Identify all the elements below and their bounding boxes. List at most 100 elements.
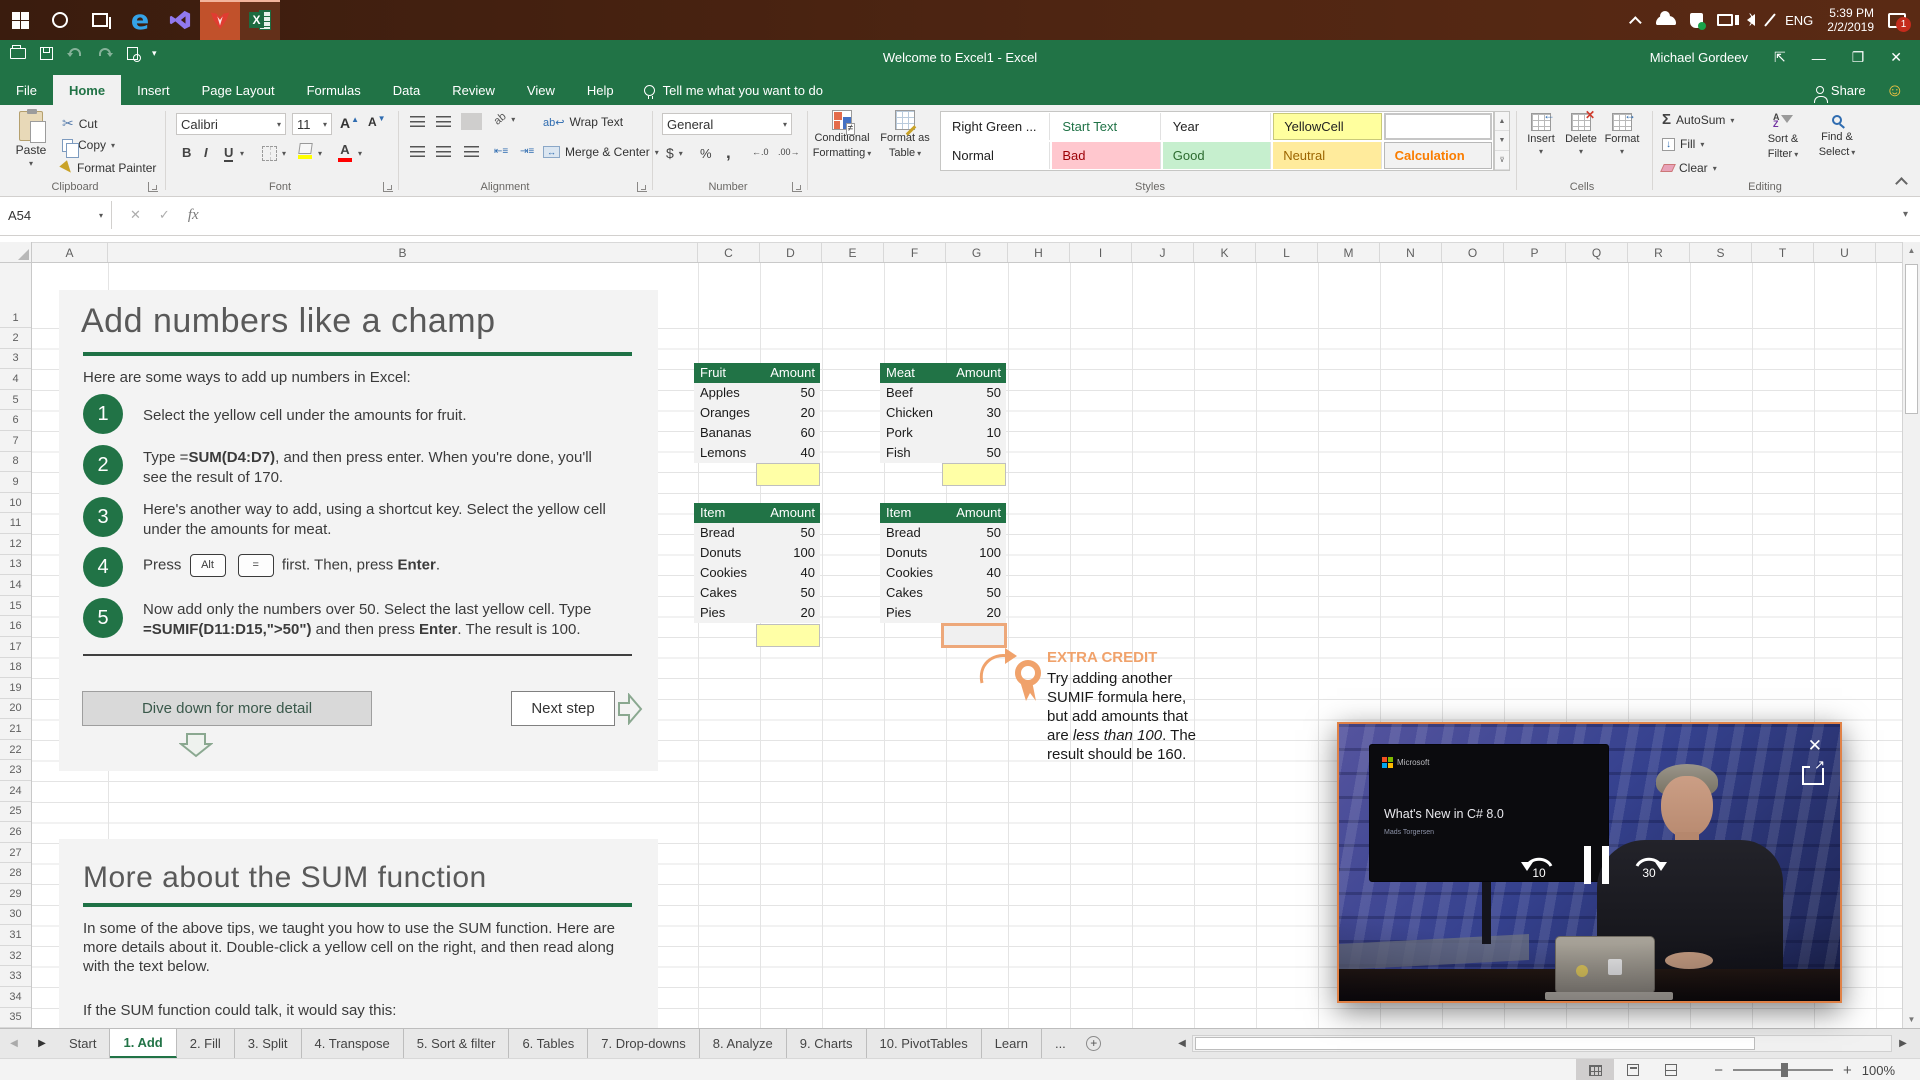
column-header[interactable]: N <box>1380 243 1442 262</box>
column-header[interactable]: A <box>32 243 108 262</box>
find-select-button[interactable]: Find & Select▾ <box>1812 111 1862 159</box>
zoom-slider-track[interactable] <box>1733 1069 1833 1071</box>
volume-icon[interactable] <box>1747 14 1755 26</box>
column-header[interactable]: S <box>1690 243 1752 262</box>
ribbon-display-options-button[interactable]: ⇱ <box>1774 49 1786 66</box>
row-header[interactable]: 5 <box>0 390 31 411</box>
dive-down-button[interactable]: Dive down for more detail <box>82 691 372 726</box>
item2-row[interactable]: Bread50 <box>880 523 1006 543</box>
row-header[interactable]: 6 <box>0 410 31 431</box>
share-button[interactable]: Share <box>1816 83 1866 98</box>
row-header[interactable]: 17 <box>0 637 31 658</box>
onedrive-icon[interactable] <box>1656 16 1676 25</box>
row-header[interactable]: 7 <box>0 431 31 452</box>
gallery-scroll-up[interactable]: ▲ <box>1495 112 1509 131</box>
sheet-tab-8-analyze[interactable]: 8. Analyze <box>700 1029 787 1058</box>
row-header[interactable]: 21 <box>0 719 31 740</box>
signed-in-user[interactable]: Michael Gordeev <box>1650 50 1748 65</box>
visual-studio-button[interactable] <box>160 0 200 40</box>
tab-view[interactable]: View <box>511 75 571 105</box>
font-dialog-launcher[interactable] <box>383 182 393 192</box>
select-all-corner[interactable] <box>0 242 32 263</box>
task-view-button[interactable] <box>80 0 120 40</box>
item2-row[interactable]: Pies20 <box>880 603 1006 623</box>
italic-button[interactable]: I <box>204 145 208 160</box>
expand-formula-bar-arrow[interactable]: ▾ <box>1903 209 1908 220</box>
bold-button[interactable]: B <box>182 145 191 160</box>
hscroll-track[interactable] <box>1192 1035 1892 1052</box>
row-header[interactable]: 29 <box>0 884 31 905</box>
fill-color-button[interactable] <box>298 143 312 159</box>
number-dialog-launcher[interactable] <box>792 182 802 192</box>
meat-row[interactable]: Pork10 <box>880 423 1006 443</box>
tab-file[interactable]: File <box>0 75 53 105</box>
formula-input[interactable] <box>250 201 1880 229</box>
column-header[interactable]: K <box>1194 243 1256 262</box>
horizontal-scrollbar[interactable]: ◀ ▶ <box>1172 1031 1914 1055</box>
font-color-button[interactable]: A <box>338 142 352 162</box>
style-neutral[interactable]: Neutral <box>1273 142 1381 169</box>
decrease-indent-button[interactable]: ⇤≡ <box>494 146 508 157</box>
row-header[interactable]: 27 <box>0 843 31 864</box>
row-header[interactable]: 34 <box>0 987 31 1008</box>
row-header[interactable]: 10 <box>0 493 31 514</box>
conditional-formatting-button[interactable]: Conditional Formatting▾ <box>812 110 872 160</box>
row-header[interactable]: 23 <box>0 760 31 781</box>
underline-dropdown-arrow[interactable]: ▾ <box>240 149 244 158</box>
sheet-scroll-right[interactable]: ▶ <box>28 1029 56 1058</box>
print-preview-button[interactable] <box>127 47 138 60</box>
align-center-button[interactable] <box>436 146 451 157</box>
cancel-entry-icon[interactable]: ✕ <box>130 207 141 223</box>
sheet-tab-2-fill[interactable]: 2. Fill <box>177 1029 235 1058</box>
accounting-format-button[interactable]: $▾ <box>666 145 683 161</box>
wrap-text-button[interactable]: ab↩ Wrap Text <box>543 115 623 129</box>
sheet-tab-1-add[interactable]: 1. Add <box>110 1029 176 1058</box>
shrink-font-button[interactable]: A▼ <box>368 115 386 129</box>
meat-answer-cell[interactable] <box>942 463 1006 486</box>
column-header[interactable]: U <box>1814 243 1876 262</box>
row-header[interactable]: 3 <box>0 349 31 370</box>
style-blank[interactable] <box>1384 113 1492 140</box>
confirm-entry-icon[interactable]: ✓ <box>159 207 170 223</box>
increase-decimal-button[interactable]: ←.0 <box>752 147 769 157</box>
style-year[interactable]: Year <box>1163 113 1271 140</box>
paste-button[interactable]: Paste ▾ <box>8 111 54 168</box>
redo-button[interactable] <box>97 48 113 60</box>
gallery-more-button[interactable]: ⊽ <box>1495 151 1509 170</box>
item1-row[interactable]: Cookies40 <box>694 563 820 583</box>
item1-row[interactable]: Donuts100 <box>694 543 820 563</box>
autosum-button[interactable]: Σ AutoSum▾ <box>1662 113 1734 127</box>
row-header[interactable]: 4 <box>0 369 31 390</box>
align-top-button[interactable] <box>410 116 425 127</box>
sheet-tab-learn[interactable]: Learn <box>982 1029 1042 1058</box>
align-left-button[interactable] <box>410 146 425 157</box>
item2-row[interactable]: Cakes50 <box>880 583 1006 603</box>
align-right-button[interactable] <box>464 146 479 157</box>
excel-taskbar-button[interactable]: X <box>240 0 280 40</box>
open-button[interactable] <box>10 48 26 59</box>
display-icon[interactable] <box>1717 14 1733 26</box>
row-header[interactable]: 19 <box>0 678 31 699</box>
horizontal-scroll-thumb[interactable] <box>1195 1037 1755 1050</box>
start-button[interactable] <box>0 0 40 40</box>
row-header[interactable]: 24 <box>0 781 31 802</box>
format-cells-button[interactable]: ↔ Format▾ <box>1602 113 1642 156</box>
name-box-dropdown-arrow[interactable]: ▾ <box>99 211 103 220</box>
sheet-tab-5-sort-filter[interactable]: 5. Sort & filter <box>404 1029 510 1058</box>
grow-font-button[interactable]: A▲ <box>340 115 359 131</box>
merge-center-button[interactable]: ↔ Merge & Center▾ <box>543 145 659 159</box>
fruit-row[interactable]: Apples50 <box>694 383 820 403</box>
row-header[interactable]: 20 <box>0 699 31 720</box>
sheet-scroll-left[interactable]: ◀ <box>0 1029 28 1058</box>
normal-view-button[interactable] <box>1576 1059 1614 1080</box>
style-calculation[interactable]: Calculation <box>1384 142 1492 169</box>
item1-row[interactable]: Pies20 <box>694 603 820 623</box>
row-header[interactable]: 26 <box>0 822 31 843</box>
edge-button[interactable]: e <box>120 0 160 40</box>
row-header[interactable]: 14 <box>0 575 31 596</box>
format-painter-button[interactable]: Format Painter <box>62 161 156 175</box>
alignment-dialog-launcher[interactable] <box>637 182 647 192</box>
item1-row[interactable]: Bread50 <box>694 523 820 543</box>
column-header[interactable]: F <box>884 243 946 262</box>
insert-function-button[interactable]: fx <box>188 207 199 224</box>
